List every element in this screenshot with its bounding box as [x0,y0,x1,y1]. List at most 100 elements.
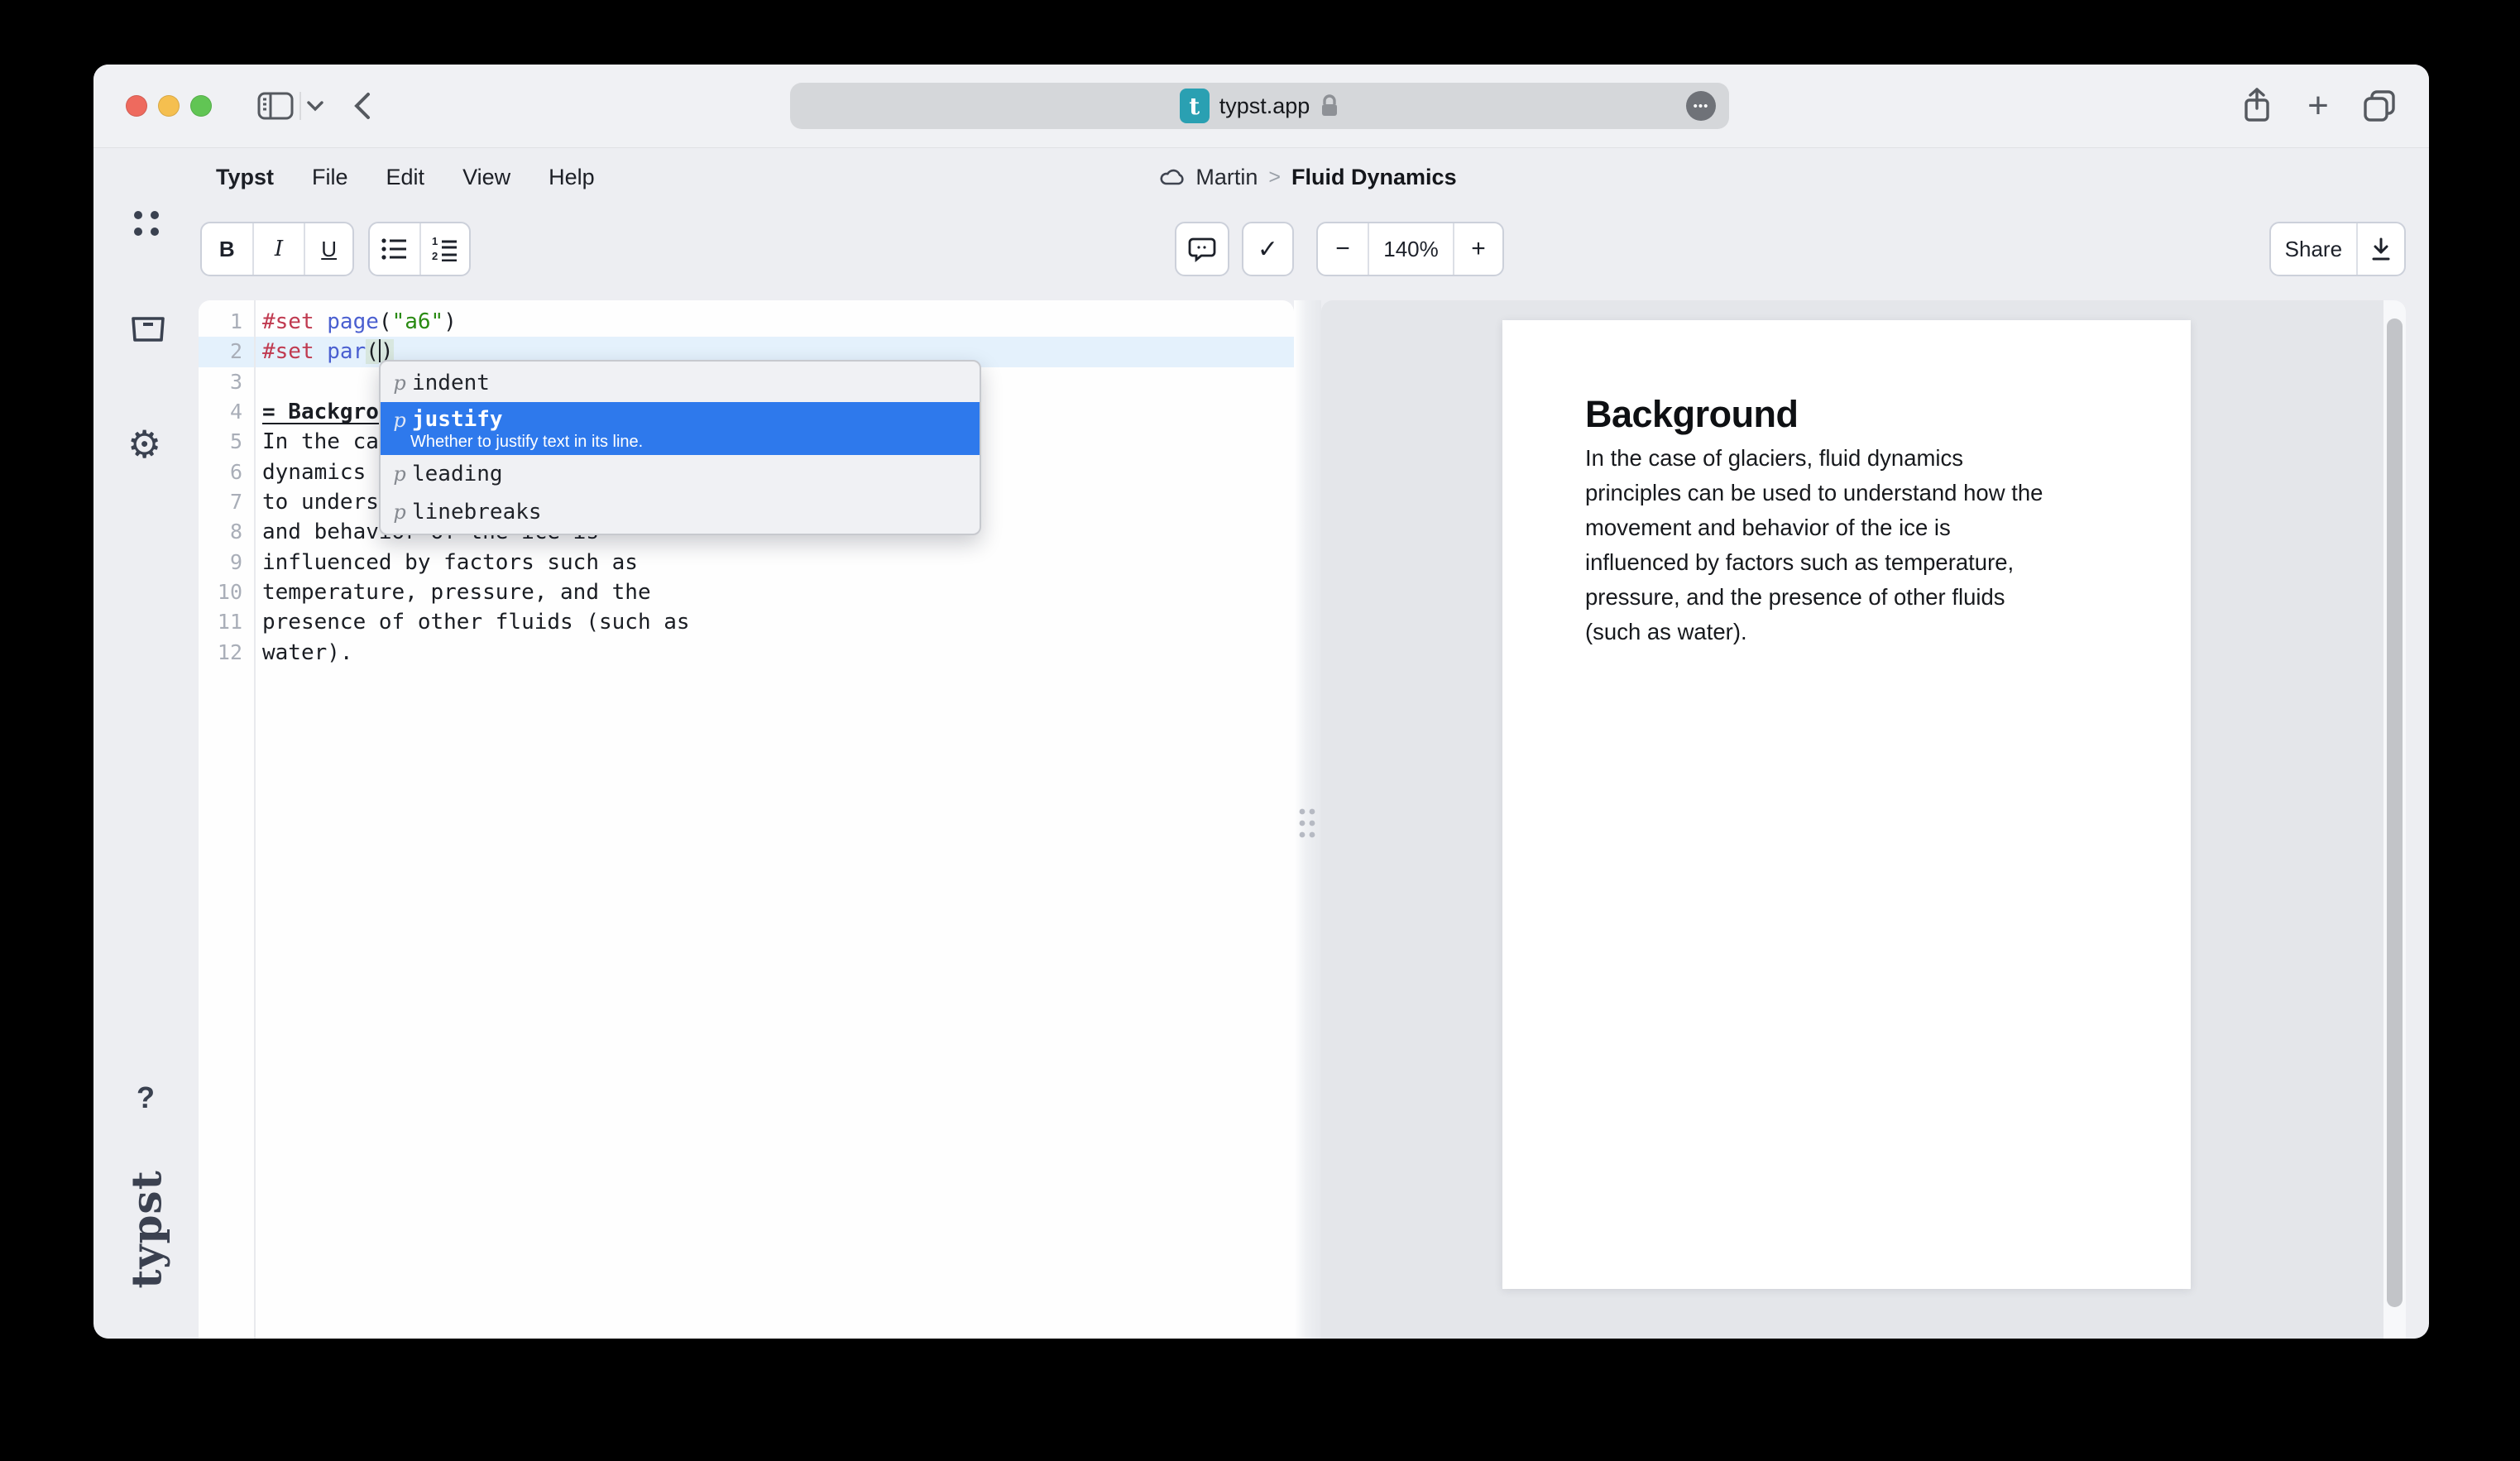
bullet-list-button[interactable] [370,223,421,275]
preview-text-line: movement and behavior of the ice is [1585,510,2043,545]
code-token-pl: temperature, pressure, and the [262,580,651,605]
breadcrumb-workspace[interactable]: Martin [1195,163,1258,191]
close-button[interactable] [126,95,147,117]
text-style-group: B I U [200,222,354,276]
comment-icon [1188,236,1216,262]
site-favicon: t [1180,89,1210,123]
autocomplete-label: leading [412,462,503,486]
autocomplete-label: indent [412,371,490,395]
app-grid-icon[interactable] [132,208,161,242]
share-group: Share [2269,222,2406,276]
preview-text-line: influenced by factors such as temperatur… [1585,545,2043,580]
autocomplete-description: Whether to justify text in its line. [410,432,643,452]
menu-item-file[interactable]: File [312,163,348,191]
preview-text-line: In the case of glaciers, fluid dynamics [1585,441,2043,476]
parameter-icon: p [389,404,410,432]
menu-item-view[interactable]: View [462,163,510,191]
sidebar-toggle-icon[interactable] [256,90,295,122]
typst-logo: typst [122,1170,171,1288]
back-button[interactable] [352,91,373,121]
zoom-group: − 140% + [1316,222,1504,276]
menu-item-edit[interactable]: Edit [386,163,425,191]
lock-icon [1320,93,1339,118]
desktop-background: t typst.app ••• + [0,0,2520,1461]
browser-window: t typst.app ••• + [93,65,2429,1339]
code-token-pl: ( [379,309,392,334]
line-number: 7 [199,487,242,517]
new-tab-button[interactable]: + [2302,83,2335,129]
code-token-pl: water). [262,640,353,665]
zoom-out-button[interactable]: − [1318,223,1369,275]
preview-scrollbar-track[interactable] [2383,300,2406,1339]
zoom-level[interactable]: 140% [1369,223,1454,275]
code-line[interactable]: influenced by factors such as [262,548,690,577]
line-number: 6 [199,457,242,487]
code-line[interactable]: water). [262,638,690,668]
preview-text-line: (such as water). [1585,615,2043,649]
comment-button[interactable] [1176,223,1228,275]
line-number: 3 [199,367,242,397]
chevron-down-icon[interactable] [305,99,325,113]
code-line[interactable]: temperature, pressure, and the [262,577,690,607]
autocomplete-item-indent[interactable]: pindent [381,364,980,402]
code-token-kw: #set [262,309,314,334]
page-settings-button[interactable]: ••• [1686,91,1716,121]
files-panel-icon[interactable] [130,313,166,350]
preview-scrollbar-thumb[interactable] [2387,319,2403,1307]
underline-button[interactable]: U [305,223,352,275]
editor-gutter: 123456789101112 [199,307,242,668]
autocomplete-popup: pindentpjustifyWhether to justify text i… [379,360,981,535]
svg-text:2: 2 [432,250,438,261]
parameter-icon: p [389,462,410,486]
list-group: 1 2 [368,222,471,276]
preview-body: In the case of glaciers, fluid dynamicsp… [1585,441,2043,649]
code-token-pl [314,339,328,364]
menu-item-typst[interactable]: Typst [216,163,274,191]
bold-button[interactable]: B [202,223,254,275]
settings-gear-icon[interactable]: ⚙ [127,422,161,467]
line-number: 1 [199,307,242,337]
line-number: 9 [199,548,242,577]
share-button[interactable]: Share [2271,223,2358,275]
browser-toolbar: t typst.app ••• + [93,65,2429,148]
help-icon[interactable]: ? [137,1080,155,1115]
code-line[interactable]: presence of other fluids (such as [262,607,690,637]
line-number: 4 [199,397,242,427]
tab-overview-button[interactable] [2360,87,2398,125]
autocomplete-label: justify [412,407,643,432]
spellcheck-ok-button[interactable]: ✓ [1243,223,1292,275]
code-token-fn: par [327,339,366,364]
autocomplete-item-linebreaks[interactable]: plinebreaks [381,493,980,531]
zoom-in-button[interactable]: + [1454,223,1502,275]
download-button[interactable] [2358,223,2404,275]
parameter-icon: p [389,371,410,395]
code-token-pl [314,309,328,334]
code-token-fn: page [327,309,379,334]
code-token-pl: ) [443,309,457,334]
autocomplete-label: linebreaks [412,500,542,525]
code-token-pl: influenced by factors such as [262,550,638,575]
preview-page: Background In the case of glaciers, flui… [1502,320,2191,1289]
comment-group [1175,222,1229,276]
zoom-button[interactable] [190,95,212,117]
preview-pane[interactable]: Background In the case of glaciers, flui… [1321,300,2406,1339]
breadcrumb[interactable]: Martin > Fluid Dynamics [1158,163,1456,191]
code-token-brk: ( [366,339,379,364]
minimize-button[interactable] [158,95,180,117]
line-number: 11 [199,607,242,637]
code-line[interactable]: #set page("a6") [262,307,690,337]
resizer-drag-handle[interactable] [1298,807,1317,845]
numbered-list-icon: 1 2 [431,237,459,261]
menu-item-help[interactable]: Help [549,163,595,191]
share-page-button[interactable] [2240,87,2274,125]
check-group: ✓ [1242,222,1294,276]
traffic-lights [126,95,212,117]
numbered-list-button[interactable]: 1 2 [421,223,469,275]
download-icon [2369,237,2393,261]
line-number: 10 [199,577,242,607]
autocomplete-item-justify[interactable]: pjustifyWhether to justify text in its l… [381,402,980,455]
italic-button[interactable]: I [254,223,306,275]
address-bar[interactable]: t typst.app ••• [790,83,1729,129]
line-number: 5 [199,427,242,457]
autocomplete-item-leading[interactable]: pleading [381,455,980,493]
